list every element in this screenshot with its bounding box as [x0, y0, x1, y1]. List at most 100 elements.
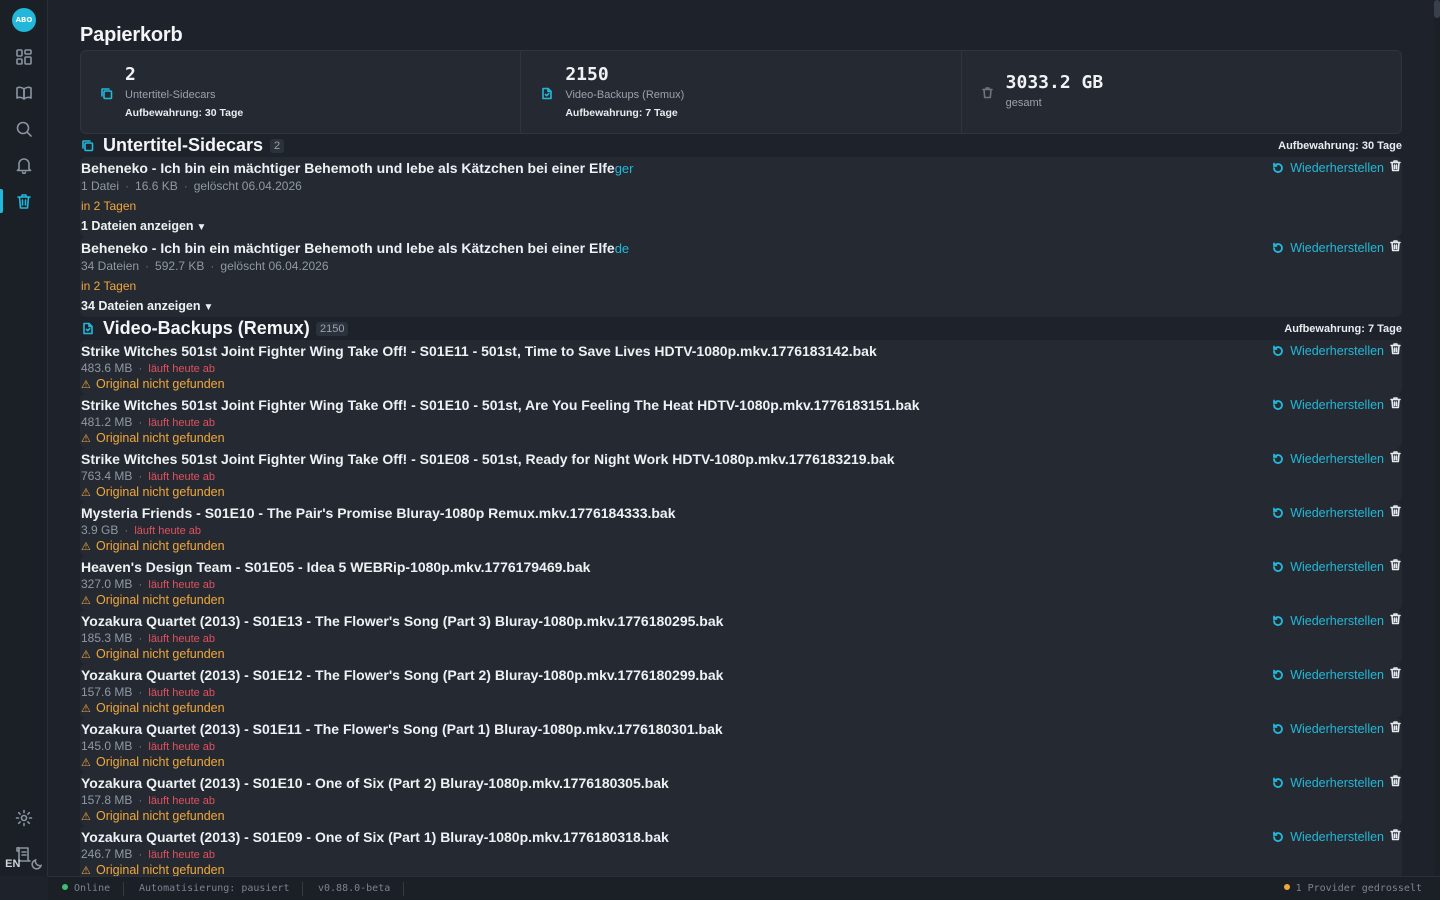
- restore-icon: [1273, 777, 1284, 788]
- stat-video-backups: 2150 Video-Backups (Remux) Aufbewahrung:…: [521, 51, 962, 133]
- scrollbar[interactable]: [1434, 0, 1440, 876]
- nav-dashboard[interactable]: [0, 39, 48, 75]
- item-meta: 483.6 MB · läuft heute ab: [81, 361, 216, 375]
- warning-icon: ⚠: [81, 595, 91, 607]
- restore-icon: [1273, 399, 1284, 410]
- show-files-toggle[interactable]: 1 Dateien anzeigen ▼: [81, 219, 206, 233]
- item-expires: in 2 Tagen: [81, 279, 137, 293]
- warning-icon: ⚠: [81, 433, 91, 445]
- restore-button[interactable]: Wiederherstellen: [1272, 452, 1384, 466]
- delete-button[interactable]: [1389, 612, 1402, 630]
- delete-button[interactable]: [1389, 159, 1402, 177]
- warning-icon: ⚠: [81, 757, 91, 769]
- restore-button[interactable]: Wiederherstellen: [1272, 722, 1384, 736]
- item-name: Beheneko - Ich bin ein mächtiger Behemot…: [81, 160, 634, 176]
- section-retention: Aufbewahrung: 30 Tage: [1278, 140, 1402, 152]
- trash-icon: [1390, 397, 1401, 409]
- restore-icon: [1273, 669, 1284, 680]
- item-meta: 3.9 GB · läuft heute ab: [81, 523, 202, 537]
- item-name: Yozakura Quartet (2013) - S01E13 - The F…: [81, 613, 724, 629]
- delete-button[interactable]: [1389, 342, 1402, 360]
- section-title: Video-Backups (Remux): [103, 318, 310, 338]
- video-item-card: Yozakura Quartet (2013) - S01E12 - The F…: [80, 664, 1402, 718]
- sidebar-footer: EN: [0, 852, 48, 876]
- delete-button[interactable]: [1389, 450, 1402, 468]
- page-title: Papierkorb: [80, 24, 183, 46]
- section-count: 2150: [316, 322, 349, 336]
- item-name: Strike Witches 501st Joint Fighter Wing …: [81, 343, 877, 359]
- item-actions: Wiederherstellen: [1272, 828, 1402, 846]
- item-name: Heaven's Design Team - S01E05 - Idea 5 W…: [81, 559, 591, 575]
- nav-library[interactable]: [0, 75, 48, 111]
- stat-value: 3033.2 GB: [1005, 72, 1104, 93]
- item-warning: ⚠ Original nicht gefunden: [81, 647, 225, 661]
- section-title: Untertitel-Sidecars: [103, 135, 264, 155]
- restore-icon: [1273, 561, 1284, 572]
- item-actions: Wiederherstellen: [1272, 612, 1402, 630]
- video-item-card: Heaven's Design Team - S01E05 - Idea 5 W…: [80, 556, 1402, 610]
- item-meta: 145.0 MB · läuft heute ab: [81, 739, 216, 753]
- moon-icon[interactable]: [31, 858, 43, 870]
- delete-button[interactable]: [1389, 558, 1402, 576]
- item-name: Yozakura Quartet (2013) - S01E11 - The F…: [81, 721, 723, 737]
- app-logo[interactable]: ABO: [12, 8, 36, 32]
- stat-value: 2: [125, 64, 136, 85]
- restore-button[interactable]: Wiederherstellen: [1272, 161, 1384, 175]
- item-warning: ⚠ Original nicht gefunden: [81, 377, 225, 391]
- restore-button[interactable]: Wiederherstellen: [1272, 830, 1384, 844]
- item-expires: läuft heute ab: [148, 741, 216, 753]
- delete-button[interactable]: [1389, 396, 1402, 414]
- video-item-card: Strike Witches 501st Joint Fighter Wing …: [80, 394, 1402, 448]
- scrollbar-thumb[interactable]: [1434, 0, 1440, 18]
- trash-icon: [1390, 505, 1401, 517]
- video-item-card: Strike Witches 501st Joint Fighter Wing …: [80, 448, 1402, 502]
- item-name: Strike Witches 501st Joint Fighter Wing …: [81, 451, 895, 467]
- status-automation: Automatisierung: pausiert: [139, 883, 290, 894]
- warning-icon: ⚠: [81, 649, 91, 661]
- file-icon: [542, 87, 553, 100]
- restore-icon: [1273, 507, 1284, 518]
- restore-button[interactable]: Wiederherstellen: [1272, 344, 1384, 358]
- item-expires: läuft heute ab: [148, 363, 216, 375]
- restore-button[interactable]: Wiederherstellen: [1272, 614, 1384, 628]
- status-version: v0.88.0-beta: [318, 883, 391, 894]
- trash-icon: [1390, 775, 1401, 787]
- item-name: Yozakura Quartet (2013) - S01E10 - One o…: [81, 775, 669, 791]
- stat-value: 2150: [565, 64, 609, 85]
- restore-button[interactable]: Wiederherstellen: [1272, 668, 1384, 682]
- video-item-card: Yozakura Quartet (2013) - S01E13 - The F…: [80, 610, 1402, 664]
- nav-notifications[interactable]: [0, 147, 48, 183]
- item-actions: Wiederherstellen: [1272, 396, 1402, 414]
- warning-icon: ⚠: [81, 541, 91, 553]
- delete-button[interactable]: [1389, 720, 1402, 738]
- show-files-toggle[interactable]: 34 Dateien anzeigen ▼: [81, 299, 213, 313]
- nav-settings[interactable]: [0, 800, 48, 836]
- restore-button[interactable]: Wiederherstellen: [1272, 506, 1384, 520]
- restore-button[interactable]: Wiederherstellen: [1272, 241, 1384, 255]
- restore-button[interactable]: Wiederherstellen: [1272, 776, 1384, 790]
- delete-button[interactable]: [1389, 828, 1402, 846]
- restore-button[interactable]: Wiederherstellen: [1272, 398, 1384, 412]
- item-meta: 246.7 MB · läuft heute ab: [81, 847, 216, 861]
- delete-button[interactable]: [1389, 504, 1402, 522]
- nav-search[interactable]: [0, 111, 48, 147]
- restore-icon: [1273, 162, 1284, 173]
- item-warning: ⚠ Original nicht gefunden: [81, 809, 225, 823]
- delete-button[interactable]: [1389, 774, 1402, 792]
- book-icon: [16, 86, 32, 100]
- video-item-card: Yozakura Quartet (2013) - S01E11 - The F…: [80, 718, 1402, 772]
- nav-trash[interactable]: [0, 183, 48, 219]
- language-switch[interactable]: EN: [5, 858, 20, 870]
- status-providers[interactable]: 1 Provider gedrosselt: [1283, 883, 1422, 894]
- warning-icon: ⚠: [81, 487, 91, 499]
- caret-down-icon: ▼: [203, 302, 214, 313]
- trash-icon: [981, 87, 993, 99]
- restore-icon: [1273, 831, 1284, 842]
- item-actions: Wiederherstellen: [1272, 720, 1402, 738]
- trash-icon: [1390, 667, 1401, 679]
- item-expires: läuft heute ab: [134, 525, 202, 537]
- delete-button[interactable]: [1389, 239, 1402, 257]
- delete-button[interactable]: [1389, 666, 1402, 684]
- restore-button[interactable]: Wiederherstellen: [1272, 560, 1384, 574]
- item-expires: läuft heute ab: [148, 687, 216, 699]
